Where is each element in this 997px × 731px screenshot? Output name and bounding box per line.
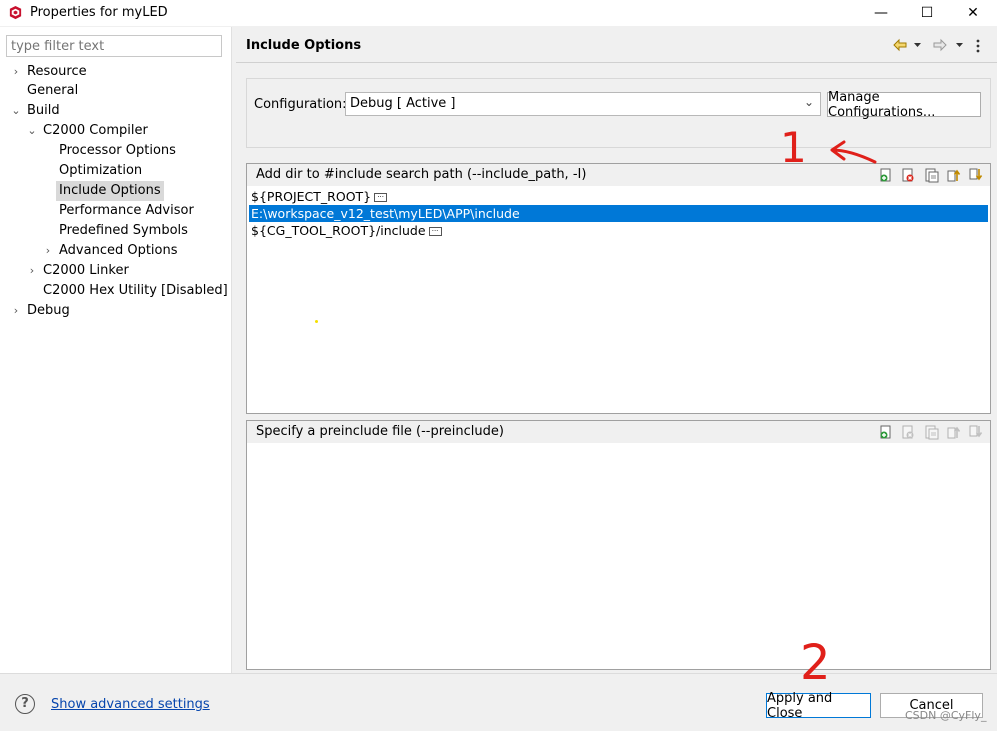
- tree-item-c2000-hex-utility[interactable]: C2000 Hex Utility [Disabled]: [40, 281, 231, 301]
- maximize-button[interactable]: ☐: [904, 0, 950, 26]
- include-path-panel: Add dir to #include search path (--inclu…: [246, 163, 991, 414]
- chevron-right-icon[interactable]: ›: [26, 261, 38, 281]
- tree-item-performance-advisor[interactable]: Performance Advisor: [56, 201, 197, 221]
- chevron-down-icon[interactable]: ⌄: [26, 121, 38, 141]
- stray-dot: [315, 320, 318, 323]
- include-path-text: ${PROJECT_ROOT}: [251, 189, 372, 204]
- delete-icon[interactable]: [900, 167, 916, 183]
- move-down-icon[interactable]: [968, 167, 984, 183]
- list-item-selected[interactable]: E:\workspace_v12_test\myLED\APP\include: [249, 205, 988, 222]
- preinclude-header: Specify a preinclude file (--preinclude): [247, 421, 990, 443]
- delete-icon[interactable]: [900, 424, 916, 440]
- page-title: Include Options: [246, 38, 362, 53]
- close-button[interactable]: ✕: [950, 0, 996, 26]
- edit-icon[interactable]: [924, 167, 940, 183]
- annotation-mark-2: 2: [800, 635, 831, 685]
- app-icon: [9, 5, 22, 20]
- list-item[interactable]: ${CG_TOOL_ROOT}/include ···: [249, 222, 988, 239]
- filter-input[interactable]: [6, 35, 222, 57]
- include-path-text: ${CG_TOOL_ROOT}/include: [251, 223, 426, 238]
- preinclude-title: Specify a preinclude file (--preinclude): [256, 424, 504, 439]
- add-icon[interactable]: [878, 424, 894, 440]
- tree-item-processor-options[interactable]: Processor Options: [56, 141, 179, 161]
- window-title: Properties for myLED: [30, 5, 168, 20]
- list-item[interactable]: ${PROJECT_ROOT} ···: [249, 188, 988, 205]
- browse-icon[interactable]: ···: [374, 193, 388, 202]
- watermark: CSDN @CyFly_: [905, 709, 987, 722]
- chevron-right-icon[interactable]: ›: [10, 301, 22, 321]
- annotation-arrow-1: 1: [780, 123, 877, 170]
- tree-item-predefined-symbols[interactable]: Predefined Symbols: [56, 221, 191, 241]
- configuration-value: Debug [ Active ]: [350, 96, 456, 111]
- annotation-mark-1: 1: [780, 123, 807, 170]
- move-up-icon[interactable]: [946, 167, 962, 183]
- include-path-title: Add dir to #include search path (--inclu…: [256, 167, 587, 182]
- tree-item-resource[interactable]: Resource: [24, 62, 90, 82]
- chevron-down-icon: ⌄: [803, 95, 814, 109]
- tree-item-include-options[interactable]: Include Options: [56, 181, 164, 201]
- edit-icon[interactable]: [924, 424, 940, 440]
- tree-item-general[interactable]: General: [24, 81, 81, 101]
- tree-item-debug[interactable]: Debug: [24, 301, 73, 321]
- move-down-icon[interactable]: [968, 424, 984, 440]
- more-menu-icon[interactable]: [975, 38, 981, 54]
- tree-item-c2000-compiler[interactable]: C2000 Compiler: [40, 121, 151, 141]
- minimize-button[interactable]: —: [858, 0, 904, 26]
- browse-icon[interactable]: ···: [428, 227, 442, 236]
- apply-and-close-button[interactable]: Apply and Close: [766, 691, 871, 721]
- show-advanced-settings-link[interactable]: Show advanced settings: [51, 697, 210, 712]
- tree-item-optimization[interactable]: Optimization: [56, 161, 145, 181]
- move-up-icon[interactable]: [946, 424, 962, 440]
- tree-item-advanced-options[interactable]: Advanced Options: [56, 241, 181, 261]
- chevron-right-icon[interactable]: ›: [42, 241, 54, 261]
- tree-item-c2000-linker[interactable]: C2000 Linker: [40, 261, 132, 281]
- configuration-select[interactable]: Debug [ Active ] ⌄: [345, 92, 821, 116]
- annotation-2: 2: [800, 635, 831, 685]
- header-divider: [236, 62, 997, 63]
- chevron-down-icon[interactable]: ⌄: [10, 101, 22, 121]
- help-icon[interactable]: ?: [15, 694, 35, 714]
- back-arrow-icon[interactable]: [892, 38, 908, 52]
- back-dropdown-icon[interactable]: [913, 41, 922, 49]
- manage-configurations-button[interactable]: Manage Configurations...: [827, 90, 981, 120]
- configuration-label: Configuration:: [254, 97, 347, 112]
- forward-arrow-icon[interactable]: [932, 38, 948, 52]
- add-icon[interactable]: [878, 167, 894, 183]
- tree-item-build[interactable]: Build: [24, 101, 63, 121]
- chevron-right-icon[interactable]: ›: [10, 62, 22, 82]
- preinclude-panel: Specify a preinclude file (--preinclude): [246, 420, 991, 670]
- include-path-text: E:\workspace_v12_test\myLED\APP\include: [251, 206, 520, 221]
- forward-dropdown-icon[interactable]: [955, 41, 964, 49]
